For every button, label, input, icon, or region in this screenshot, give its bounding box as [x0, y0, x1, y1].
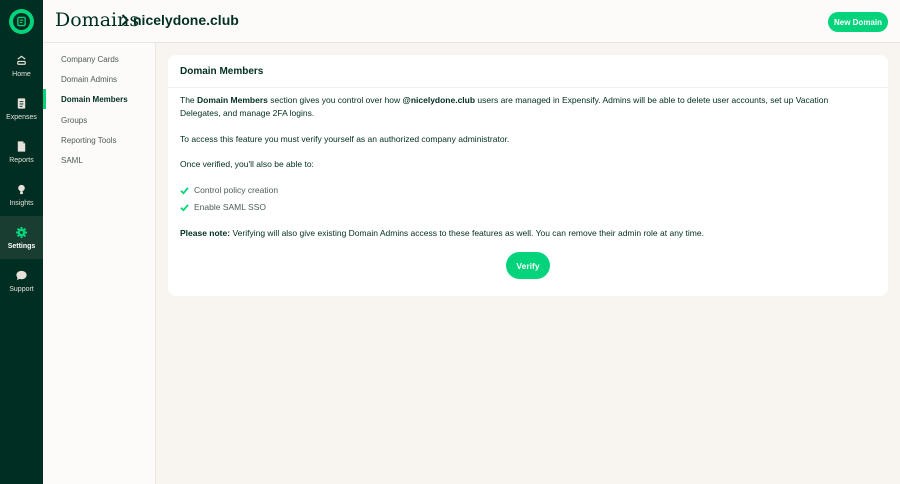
subnav-item-domain-members[interactable]: Domain Members: [43, 89, 155, 109]
card-divider: [168, 87, 888, 88]
document-icon: [15, 139, 29, 153]
benefit-item: Control policy creation: [180, 185, 278, 195]
checkmark-icon: [180, 186, 189, 195]
nav-item-settings[interactable]: Settings: [0, 216, 43, 259]
benefit-label: Enable SAML SSO: [194, 202, 266, 212]
nav-label-reports: Reports: [9, 157, 34, 164]
expensify-logo[interactable]: [9, 9, 34, 34]
nav-label-settings: Settings: [7, 243, 36, 250]
subnav-item-groups[interactable]: Groups: [43, 110, 155, 130]
left-nav: Home Expenses Reports Insights Settings …: [0, 0, 43, 484]
subnav-item-reporting-tools[interactable]: Reporting Tools: [43, 130, 155, 150]
new-domain-button[interactable]: New Domain: [828, 12, 888, 32]
nav-item-insights[interactable]: Insights: [0, 173, 43, 216]
intro-bold-domain: @nicelydone.club: [402, 95, 476, 105]
nav-label-home: Home: [12, 71, 31, 78]
benefit-item: Enable SAML SSO: [180, 202, 266, 212]
nav-label-insights: Insights: [9, 200, 34, 207]
domain-members-card: Domain Members The Domain Members sectio…: [168, 55, 888, 296]
receipt-icon: [15, 96, 29, 110]
note-paragraph: Please note: Verifying will also give ex…: [180, 227, 870, 240]
nav-item-expenses[interactable]: Expenses: [0, 87, 43, 130]
note-text: Verifying will also give existing Domain…: [230, 228, 704, 238]
page-header: Domains nicelydone.club New Domain: [43, 0, 900, 43]
intro-text-1: The: [180, 95, 198, 105]
note-label: Please note:: [180, 228, 231, 238]
checkmark-icon: [180, 203, 189, 212]
card-title: Domain Members: [180, 66, 264, 77]
once-verified-paragraph: Once verified, you'll also be able to:: [180, 159, 314, 169]
benefit-label: Control policy creation: [194, 185, 279, 195]
intro-paragraph: The Domain Members section gives you con…: [180, 94, 870, 120]
intro-text-2: section gives you control over how: [267, 95, 403, 105]
nav-item-reports[interactable]: Reports: [0, 130, 43, 173]
gear-icon: [15, 225, 29, 239]
subnav-item-domain-admins[interactable]: Domain Admins: [43, 69, 155, 89]
nav-item-support[interactable]: Support: [0, 259, 43, 302]
subnav-item-saml[interactable]: SAML: [43, 150, 155, 170]
chevron-right-icon: [121, 14, 129, 26]
lightbulb-icon: [15, 182, 29, 196]
verify-button[interactable]: Verify: [506, 252, 550, 279]
settings-subnav: Company Cards Domain Admins Domain Membe…: [43, 43, 156, 484]
nav-label-expenses: Expenses: [6, 114, 37, 121]
access-paragraph: To access this feature you must verify y…: [180, 134, 510, 144]
chat-bubble-icon: [15, 268, 29, 282]
subnav-item-company-cards[interactable]: Company Cards: [43, 49, 155, 69]
logo-icon: [17, 16, 26, 27]
nav-item-home[interactable]: Home: [0, 44, 43, 87]
home-icon: [15, 53, 29, 67]
page-title: nicelydone.club: [133, 12, 239, 28]
intro-bold-section: Domain Members: [197, 95, 268, 105]
nav-label-support: Support: [9, 286, 34, 293]
